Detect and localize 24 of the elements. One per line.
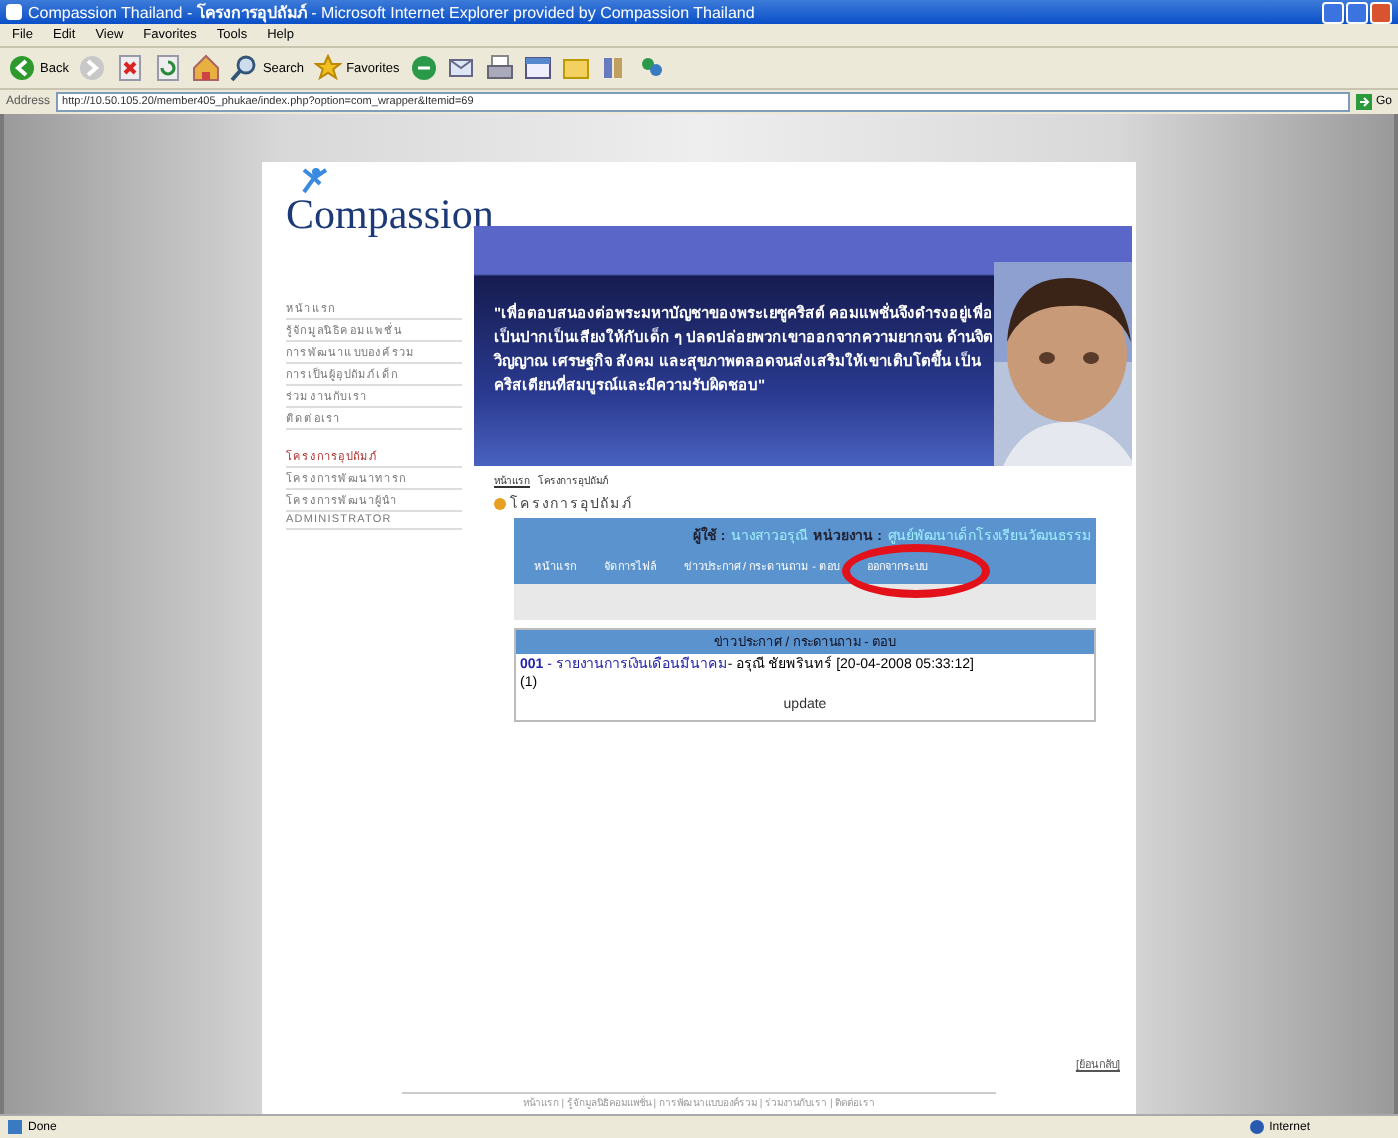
stop-button[interactable] [116,54,145,82]
refresh-icon [154,54,183,82]
search-icon [230,54,259,82]
print-button[interactable] [485,54,514,82]
logo-figure-icon [298,166,330,194]
minimize-button[interactable] [1322,1,1344,23]
folder-button[interactable] [561,54,590,82]
folder-icon [561,54,590,82]
mail-icon [447,54,476,82]
forward-icon [78,54,107,82]
close-button[interactable] [1370,1,1392,23]
home-button[interactable] [192,54,221,82]
globe-icon [1249,1120,1264,1134]
home-icon [192,54,221,82]
print-icon [485,54,514,82]
heading-bullet-icon [494,497,506,509]
stop-icon [116,54,145,82]
mail-button[interactable] [447,54,476,82]
maximize-button[interactable] [1346,1,1368,23]
window-title: Compassion Thailand - โครงการอุปถัมภ์ - Microsoft Internet Explorer provided by Compassion Thailand [28,1,757,25]
back-icon [8,54,36,82]
refresh-button[interactable] [154,54,183,82]
favorites-icon [314,54,343,82]
logo-wordmark: Compassion [286,194,494,234]
